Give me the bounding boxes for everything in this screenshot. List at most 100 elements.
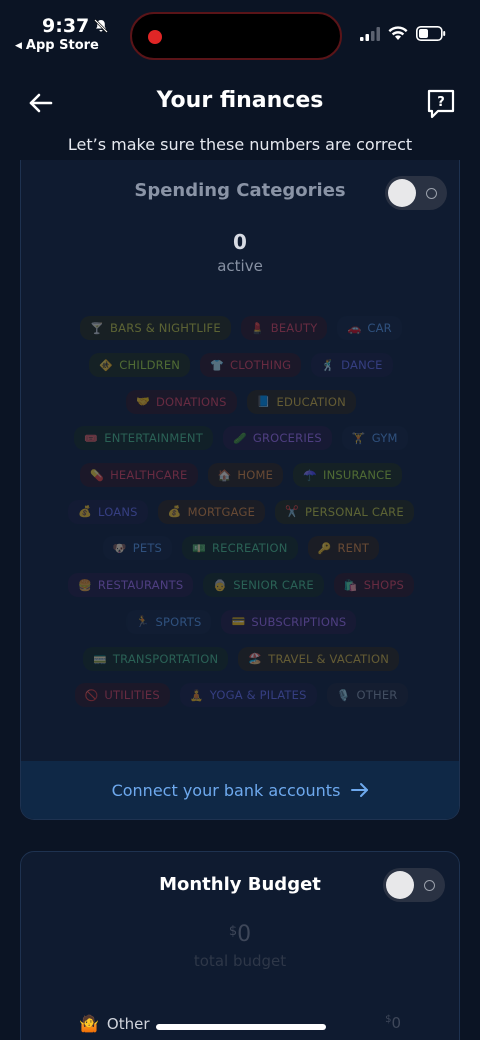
arrow-right-icon	[351, 783, 369, 797]
category-chip-other[interactable]: 🎙️ Other	[326, 683, 408, 708]
category-chip-education[interactable]: 📘 Education	[246, 389, 356, 414]
category-icon: 🤝	[136, 395, 150, 409]
category-chips: 🍸 Bars & Nightlife 💄 Beauty 🚗 Car 🚸 Children 👕 Cl…	[21, 310, 459, 714]
category-chip-beauty[interactable]: 💄 Beauty	[240, 316, 328, 341]
category-icon: 🎟️	[84, 431, 99, 445]
category-label: Loans	[98, 504, 138, 519]
header: Your finances ?	[0, 80, 480, 126]
category-label: Yoga & Pilates	[209, 688, 307, 703]
category-label: Other	[356, 688, 398, 703]
category-icon: 🚗	[347, 321, 362, 335]
category-row: 🎟️ Entertainment 🥒 Groceries 🏋️ Gym	[21, 420, 459, 457]
category-icon: 🎙️	[336, 688, 351, 702]
budget-row-other[interactable]: 🤷 Other	[79, 1014, 150, 1033]
category-chip-children[interactable]: 🚸 Children	[89, 353, 191, 378]
category-row: 🚫 Utilities 🧘 Yoga & Pilates 🎙️ Other	[21, 677, 459, 714]
help-chat-icon[interactable]: ?	[426, 88, 456, 120]
svg-text:?: ?	[437, 95, 445, 110]
category-row: 💰 Loans 💰 Mortgage ✂️ Personal Care	[21, 493, 459, 530]
category-row: 🤝 Donations 📘 Education	[21, 383, 459, 420]
category-chip-groceries[interactable]: 🥒 Groceries	[222, 426, 332, 451]
category-chip-insurance[interactable]: ☂️ Insurance	[293, 463, 402, 488]
category-chip-shops[interactable]: 🛍️ Shops	[333, 573, 415, 598]
dynamic-island	[130, 12, 342, 60]
category-label: Subscriptions	[251, 614, 347, 629]
category-chip-transportation[interactable]: 🚃 Transportation	[82, 646, 229, 671]
category-icon: 🏖️	[248, 652, 263, 666]
system-icons	[360, 26, 446, 41]
category-chip-loans[interactable]: 💰 Loans	[68, 499, 148, 524]
category-row: 🏃 Sports 💳 Subscriptions	[21, 604, 459, 641]
total-budget-amount: $0	[21, 922, 459, 947]
home-indicator[interactable]	[156, 1024, 326, 1030]
category-chip-home[interactable]: 🏠 Home	[207, 463, 284, 488]
category-chip-mortgage[interactable]: 💰 Mortgage	[157, 499, 266, 524]
budget-value: 0	[237, 922, 252, 947]
category-label: Home	[237, 468, 274, 483]
category-chip-travel-vacation[interactable]: 🏖️ Travel & Vacation	[238, 646, 400, 671]
category-label: Restaurants	[97, 578, 184, 593]
category-label: Utilities	[104, 688, 160, 703]
category-icon: 👕	[210, 358, 224, 372]
category-label: Personal Care	[305, 504, 404, 519]
other-value: 0	[391, 1014, 401, 1032]
category-row: 🚸 Children 👕 Clothing 🕺 Dance	[21, 347, 459, 384]
category-icon: 💵	[192, 541, 206, 555]
category-chip-gym[interactable]: 🏋️ Gym	[341, 426, 408, 451]
category-chip-donations[interactable]: 🤝 Donations	[126, 389, 237, 414]
page-subtitle: Let’s make sure these numbers are correc…	[67, 135, 413, 154]
category-chip-utilities[interactable]: 🚫 Utilities	[74, 683, 170, 708]
battery-icon	[416, 26, 446, 41]
category-icon: 💰	[78, 505, 93, 519]
category-chip-entertainment[interactable]: 🎟️ Entertainment	[74, 426, 213, 451]
category-icon: 🏃	[135, 615, 150, 629]
category-icon: ☂️	[303, 468, 318, 482]
category-label: Beauty	[270, 321, 318, 336]
category-icon: 🕺	[321, 358, 336, 372]
category-label: Senior Care	[233, 578, 314, 593]
category-icon: 🛍️	[343, 578, 358, 592]
status-bar: 9:37 ◀ App Store	[0, 0, 480, 70]
category-chip-restaurants[interactable]: 🍔 Restaurants	[67, 573, 194, 598]
category-icon: 🔑	[317, 541, 332, 555]
back-to-app-store[interactable]: ◀ App Store	[15, 38, 99, 53]
category-label: Children	[119, 358, 181, 373]
category-icon: 💰	[167, 505, 182, 519]
category-chip-pets[interactable]: 🐶 Pets	[102, 536, 173, 561]
monthly-budget-card: Monthly Budget $0 total budget 🤷 Other $…	[20, 851, 460, 1040]
page-title: Your finances	[156, 88, 324, 113]
category-icon: 💄	[250, 321, 265, 335]
category-icon: 🥒	[232, 431, 247, 445]
category-icon: 👵	[213, 578, 228, 592]
category-chip-bars-nightlife[interactable]: 🍸 Bars & Nightlife	[80, 316, 231, 341]
other-budget-value[interactable]: $0	[385, 1014, 401, 1032]
category-chip-healthcare[interactable]: 💊 Healthcare	[80, 463, 198, 488]
category-chip-rent[interactable]: 🔑 Rent	[307, 536, 380, 561]
monthly-budget-toggle[interactable]	[383, 868, 445, 902]
status-time: 9:37	[42, 15, 109, 37]
category-chip-clothing[interactable]: 👕 Clothing	[200, 353, 302, 378]
category-chip-personal-care[interactable]: ✂️ Personal Care	[275, 499, 414, 524]
category-label: Education	[276, 394, 346, 409]
category-chip-subscriptions[interactable]: 💳 Subscriptions	[221, 609, 357, 634]
total-budget-label: total budget	[193, 952, 287, 970]
category-label: Donations	[155, 394, 227, 409]
connect-bank-accounts-button[interactable]: Connect your bank accounts	[21, 761, 459, 819]
category-chip-yoga-pilates[interactable]: 🧘 Yoga & Pilates	[179, 683, 317, 708]
active-label: active	[217, 257, 263, 275]
toggle-knob	[388, 179, 416, 207]
toggle-off-icon	[424, 880, 435, 891]
category-chip-sports[interactable]: 🏃 Sports	[125, 609, 212, 634]
category-chip-recreation[interactable]: 💵 Recreation	[182, 536, 298, 561]
shrug-icon: 🤷	[79, 1014, 99, 1033]
back-triangle-icon: ◀	[15, 40, 22, 51]
spending-categories-toggle[interactable]	[385, 176, 447, 210]
recording-indicator-icon	[148, 30, 162, 44]
category-icon: 💊	[90, 468, 105, 482]
wifi-icon	[388, 26, 408, 40]
category-chip-car[interactable]: 🚗 Car	[337, 316, 402, 341]
category-chip-senior-care[interactable]: 👵 Senior Care	[203, 573, 324, 598]
category-chip-dance[interactable]: 🕺 Dance	[311, 353, 393, 378]
category-label: Dance	[341, 358, 383, 373]
category-label: Healthcare	[110, 468, 188, 483]
